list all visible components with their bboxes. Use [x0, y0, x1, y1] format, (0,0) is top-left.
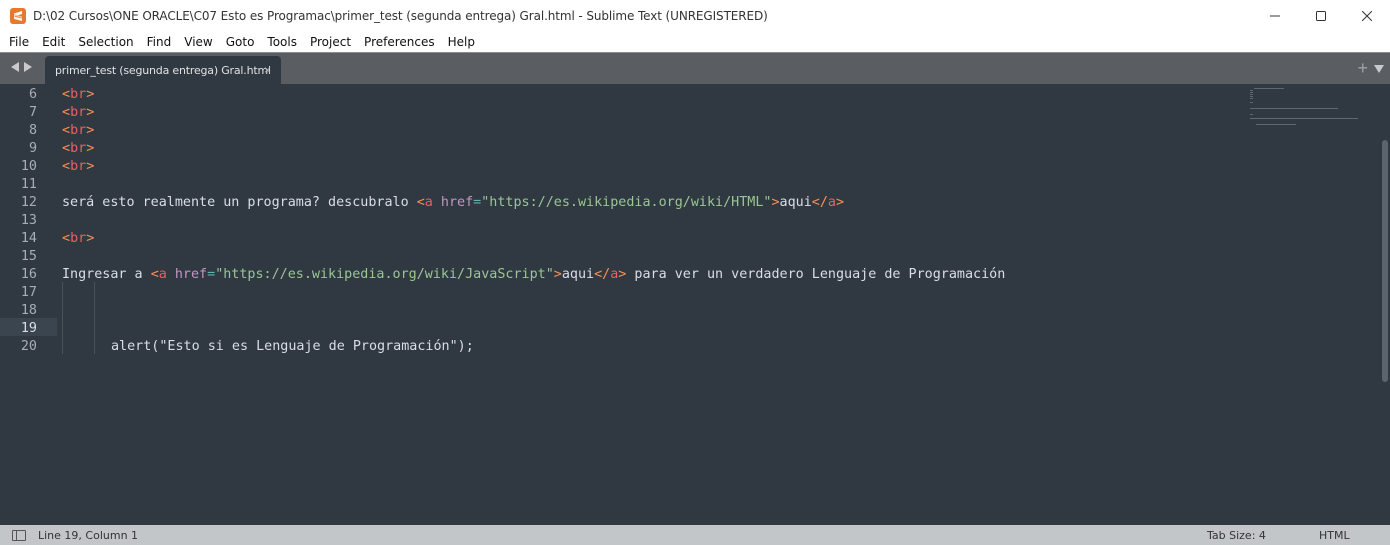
- cursor-position: Line 19, Column 1: [38, 529, 139, 542]
- tab-active-file[interactable]: primer_test (segunda entrega) Gral.html …: [45, 56, 281, 85]
- line-number: 12: [20, 195, 37, 210]
- code-line-7: <br>: [62, 105, 95, 120]
- code-line-12: será esto realmente un programa? descubr…: [62, 195, 845, 210]
- line-number-gutter: 6 7 8 9 10 11 12 13 14 15 16 17 18 19 20: [0, 84, 50, 525]
- maximize-icon: [1316, 11, 1326, 21]
- line-number: 16: [20, 267, 37, 282]
- code-line-16: Ingresar a <a href="https://es.wikipedia…: [62, 267, 1006, 282]
- minimize-icon: [1270, 15, 1280, 17]
- code-line-14: <br>: [62, 231, 95, 246]
- syntax-selector[interactable]: HTML: [1319, 529, 1350, 542]
- line-number: 18: [20, 303, 37, 318]
- new-tab-icon[interactable]: +: [1357, 59, 1368, 77]
- code-line-20: alert("Esto si es Lenguaje de Programaci…: [111, 339, 474, 354]
- menu-edit[interactable]: Edit: [35, 32, 71, 52]
- menu-help[interactable]: Help: [441, 32, 481, 52]
- menu-view[interactable]: View: [177, 32, 218, 52]
- previous-tab-icon[interactable]: [11, 62, 19, 72]
- code-line-9: <br>: [62, 141, 95, 156]
- line-number: 13: [20, 213, 37, 228]
- title-bar: D:\02 Cursos\ONE ORACLE\C07 Esto es Prog…: [0, 0, 1390, 32]
- close-button[interactable]: [1344, 0, 1390, 32]
- line-number: 10: [20, 159, 37, 174]
- code-line-8: <br>: [62, 123, 95, 138]
- indent-guide: [62, 282, 63, 354]
- tab-label: primer_test (segunda entrega) Gral.html: [55, 64, 271, 77]
- line-number: 8: [28, 123, 37, 138]
- tab-bar: primer_test (segunda entrega) Gral.html …: [0, 52, 1390, 85]
- tab-list-dropdown-icon[interactable]: [1374, 64, 1384, 73]
- code-line-6: <br>: [62, 87, 95, 102]
- line-number: 9: [28, 141, 37, 156]
- menu-tools[interactable]: Tools: [260, 32, 303, 52]
- maximize-button[interactable]: [1298, 0, 1344, 32]
- next-tab-icon[interactable]: [24, 62, 32, 72]
- line-number: 11: [20, 177, 37, 192]
- code-line-10: <br>: [62, 159, 95, 174]
- menu-find[interactable]: Find: [140, 32, 178, 52]
- line-number: 20: [20, 339, 37, 354]
- line-number: 15: [20, 249, 37, 264]
- menu-project[interactable]: Project: [303, 32, 357, 52]
- menu-file[interactable]: File: [2, 32, 35, 52]
- line-number: 14: [20, 231, 37, 246]
- tab-close-icon[interactable]: ×: [264, 64, 271, 76]
- line-number: 6: [28, 87, 37, 102]
- line-number: 17: [20, 285, 37, 300]
- menu-bar: File Edit Selection Find View Goto Tools…: [0, 32, 1390, 52]
- line-number: 7: [28, 105, 37, 120]
- menu-selection[interactable]: Selection: [71, 32, 139, 52]
- status-bar: Line 19, Column 1 Tab Size: 4 HTML: [0, 525, 1390, 545]
- menu-goto[interactable]: Goto: [219, 32, 261, 52]
- menu-preferences[interactable]: Preferences: [357, 32, 441, 52]
- close-icon: [1362, 11, 1372, 21]
- tab-navigation: [11, 62, 32, 72]
- minimize-button[interactable]: [1252, 0, 1298, 32]
- line-number-active: 19: [20, 321, 37, 336]
- tab-size-selector[interactable]: Tab Size: 4: [1207, 529, 1266, 542]
- minimap[interactable]: [1248, 86, 1368, 146]
- indent-guide: [94, 282, 95, 354]
- vertical-scrollbar[interactable]: [1382, 140, 1388, 382]
- sublime-text-icon: [10, 8, 26, 24]
- panel-toggle-icon[interactable]: [12, 530, 26, 541]
- window-title: D:\02 Cursos\ONE ORACLE\C07 Esto es Prog…: [33, 9, 768, 23]
- code-editor[interactable]: 6 7 8 9 10 11 12 13 14 15 16 17 18 19 20…: [0, 84, 1390, 525]
